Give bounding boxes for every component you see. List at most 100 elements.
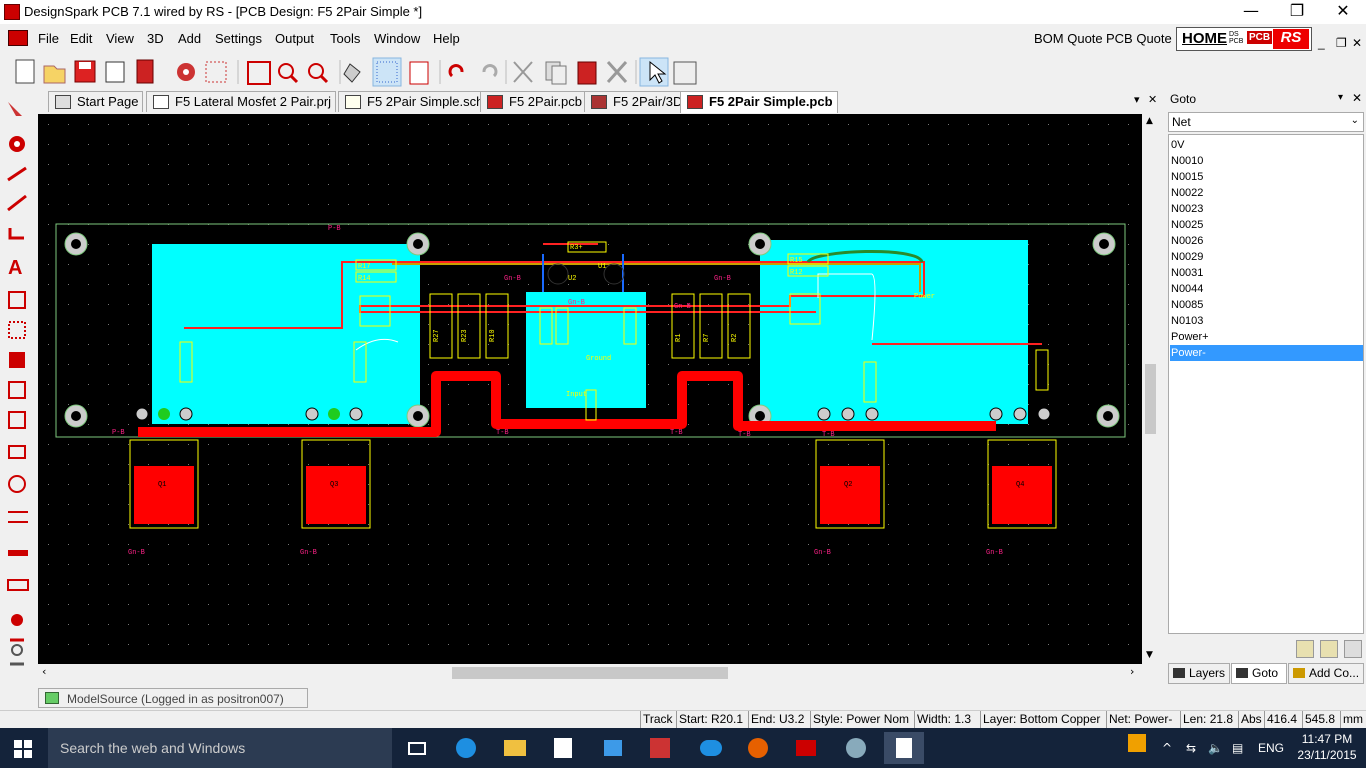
- notification-badge-icon[interactable]: [1128, 734, 1146, 752]
- windows-start-icon[interactable]: [14, 740, 32, 758]
- volume-icon[interactable]: 🔈: [1208, 741, 1223, 755]
- vertical-scrollbar[interactable]: ▲ ▼: [1142, 114, 1159, 664]
- list-item[interactable]: N0029: [1170, 249, 1363, 265]
- menu-file[interactable]: File: [38, 31, 59, 46]
- tray-chevron-icon[interactable]: ^: [1162, 741, 1172, 755]
- board-tool-icon: [9, 352, 25, 368]
- bom-quote-link[interactable]: BOM Quote: [1034, 31, 1103, 46]
- network-icon[interactable]: ⇆: [1186, 741, 1196, 755]
- pcb-quote-link[interactable]: PCB Quote: [1106, 31, 1172, 46]
- firefox-icon[interactable]: [738, 732, 778, 764]
- tab-3d[interactable]: F5 2Pair/3D: [584, 91, 688, 112]
- status-start: Start: R20.1: [676, 711, 746, 728]
- net-list[interactable]: 0V N0010 N0015 N0022 N0023 N0025 N0026 N…: [1168, 134, 1364, 634]
- svg-text:Gn-B: Gn-B: [300, 549, 317, 557]
- store-icon[interactable]: [542, 732, 582, 764]
- list-item[interactable]: N0010: [1170, 153, 1363, 169]
- panel-tab-goto[interactable]: Goto: [1231, 663, 1287, 684]
- pcb-canvas[interactable]: R17 R14 R15 R12 R3+ R27 R23 R10 R1 R7 R2 Q1…: [38, 114, 1142, 664]
- home-button[interactable]: HOME DS PCB PCB RS: [1176, 27, 1312, 51]
- task-view-icon[interactable]: [396, 732, 436, 764]
- list-item[interactable]: Power+: [1170, 329, 1363, 345]
- menu-edit[interactable]: Edit: [70, 31, 92, 46]
- list-item[interactable]: N0044: [1170, 281, 1363, 297]
- tab-label: F5 Lateral Mosfet 2 Pair.prj: [175, 94, 332, 109]
- close-button[interactable]: ✕: [1320, 0, 1366, 24]
- document-icon[interactable]: [8, 30, 28, 46]
- tab-pcb-active[interactable]: F5 2Pair Simple.pcb: [680, 91, 838, 113]
- scroll-thumb[interactable]: [1145, 364, 1156, 434]
- menu-output[interactable]: Output: [275, 31, 314, 46]
- explorer-icon[interactable]: [494, 732, 534, 764]
- menu-3d[interactable]: 3D: [147, 31, 164, 46]
- tab-close-icon[interactable]: ✕: [1148, 93, 1157, 106]
- list-item[interactable]: N0023: [1170, 201, 1363, 217]
- app-icon-colorful[interactable]: [640, 732, 680, 764]
- scroll-left-icon[interactable]: ‹: [42, 665, 46, 678]
- print-icon: [105, 61, 125, 83]
- list-item[interactable]: N0025: [1170, 217, 1363, 233]
- onedrive-icon[interactable]: [690, 732, 730, 764]
- goto-find-next-icon[interactable]: [1344, 640, 1362, 658]
- panel-tab-layers[interactable]: Layers: [1168, 663, 1230, 684]
- list-item[interactable]: N0085: [1170, 297, 1363, 313]
- modelsource-bar[interactable]: ModelSource (Logged in as positron007): [38, 688, 308, 708]
- list-item[interactable]: N0015: [1170, 169, 1363, 185]
- design-rules-icon: [177, 63, 195, 81]
- svg-text:P-B: P-B: [112, 429, 125, 437]
- svg-text:R15: R15: [790, 257, 803, 265]
- scroll-right-icon[interactable]: ›: [1130, 665, 1134, 678]
- list-item[interactable]: N0031: [1170, 265, 1363, 281]
- tab-pcb-2pair[interactable]: F5 2Pair.pcb: [480, 91, 587, 112]
- status-x: 416.4: [1264, 711, 1300, 728]
- panel-tab-add-component[interactable]: Add Co...: [1288, 663, 1364, 684]
- menu-tools[interactable]: Tools: [330, 31, 360, 46]
- search-box[interactable]: Search the web and Windows: [48, 728, 392, 768]
- active-app-icon[interactable]: [884, 732, 924, 764]
- svg-text:R1: R1: [675, 334, 683, 342]
- tab-start-page[interactable]: Start Page: [48, 91, 144, 112]
- panel-dropdown-icon[interactable]: ▾: [1338, 92, 1343, 103]
- mdi-minimize-button[interactable]: _: [1318, 36, 1325, 50]
- scroll-up-icon[interactable]: ▲: [1146, 116, 1153, 126]
- list-item-selected[interactable]: Power-: [1170, 345, 1363, 361]
- mdi-close-button[interactable]: ✕: [1352, 36, 1362, 50]
- language-indicator[interactable]: ENG: [1258, 741, 1284, 755]
- tab-project[interactable]: F5 Lateral Mosfet 2 Pair.prj: [146, 91, 337, 112]
- list-item[interactable]: N0026: [1170, 233, 1363, 249]
- dropbox-icon[interactable]: [592, 732, 632, 764]
- menu-settings[interactable]: Settings: [215, 31, 262, 46]
- mdi-restore-button[interactable]: ❐: [1336, 36, 1347, 50]
- menu-view[interactable]: View: [106, 31, 134, 46]
- restore-button[interactable]: ❐: [1274, 0, 1320, 24]
- tab-dropdown-icon[interactable]: ▾: [1134, 93, 1140, 106]
- toolbar-icons: [15, 57, 697, 87]
- goto-find-icon[interactable]: [1320, 640, 1338, 658]
- panel-close-icon[interactable]: ✕: [1352, 91, 1362, 105]
- action-center-icon[interactable]: ▤: [1232, 741, 1243, 755]
- designspark-taskbar-icon[interactable]: [786, 732, 826, 764]
- list-item[interactable]: 0V: [1170, 137, 1363, 153]
- clock[interactable]: 11:47 PM 23/11/2015: [1292, 731, 1362, 763]
- paste-icon: [577, 61, 597, 85]
- designspark-logo: DS PCB: [1229, 31, 1244, 45]
- goto-filter-select[interactable]: Net ⌄: [1168, 112, 1364, 132]
- svg-text:R23: R23: [461, 329, 469, 342]
- modelsource-icon: [45, 692, 59, 704]
- tab-schematic[interactable]: F5 2Pair Simple.sch: [338, 91, 489, 112]
- list-item[interactable]: N0103: [1170, 313, 1363, 329]
- list-item[interactable]: N0022: [1170, 185, 1363, 201]
- cut-icon: [513, 61, 533, 83]
- paint-icon[interactable]: [836, 732, 876, 764]
- minimize-button[interactable]: —: [1228, 0, 1274, 24]
- left-tool-strip: A: [7, 102, 29, 666]
- refresh-icon[interactable]: [1296, 640, 1314, 658]
- menu-help[interactable]: Help: [433, 31, 460, 46]
- scroll-down-icon[interactable]: ▼: [1146, 650, 1153, 660]
- menu-add[interactable]: Add: [178, 31, 201, 46]
- hscroll-thumb[interactable]: [452, 667, 728, 679]
- 3d-icon: [591, 95, 607, 109]
- horizontal-scrollbar[interactable]: ‹ ›: [38, 664, 1142, 682]
- menu-window[interactable]: Window: [374, 31, 420, 46]
- edge-icon[interactable]: [446, 732, 486, 764]
